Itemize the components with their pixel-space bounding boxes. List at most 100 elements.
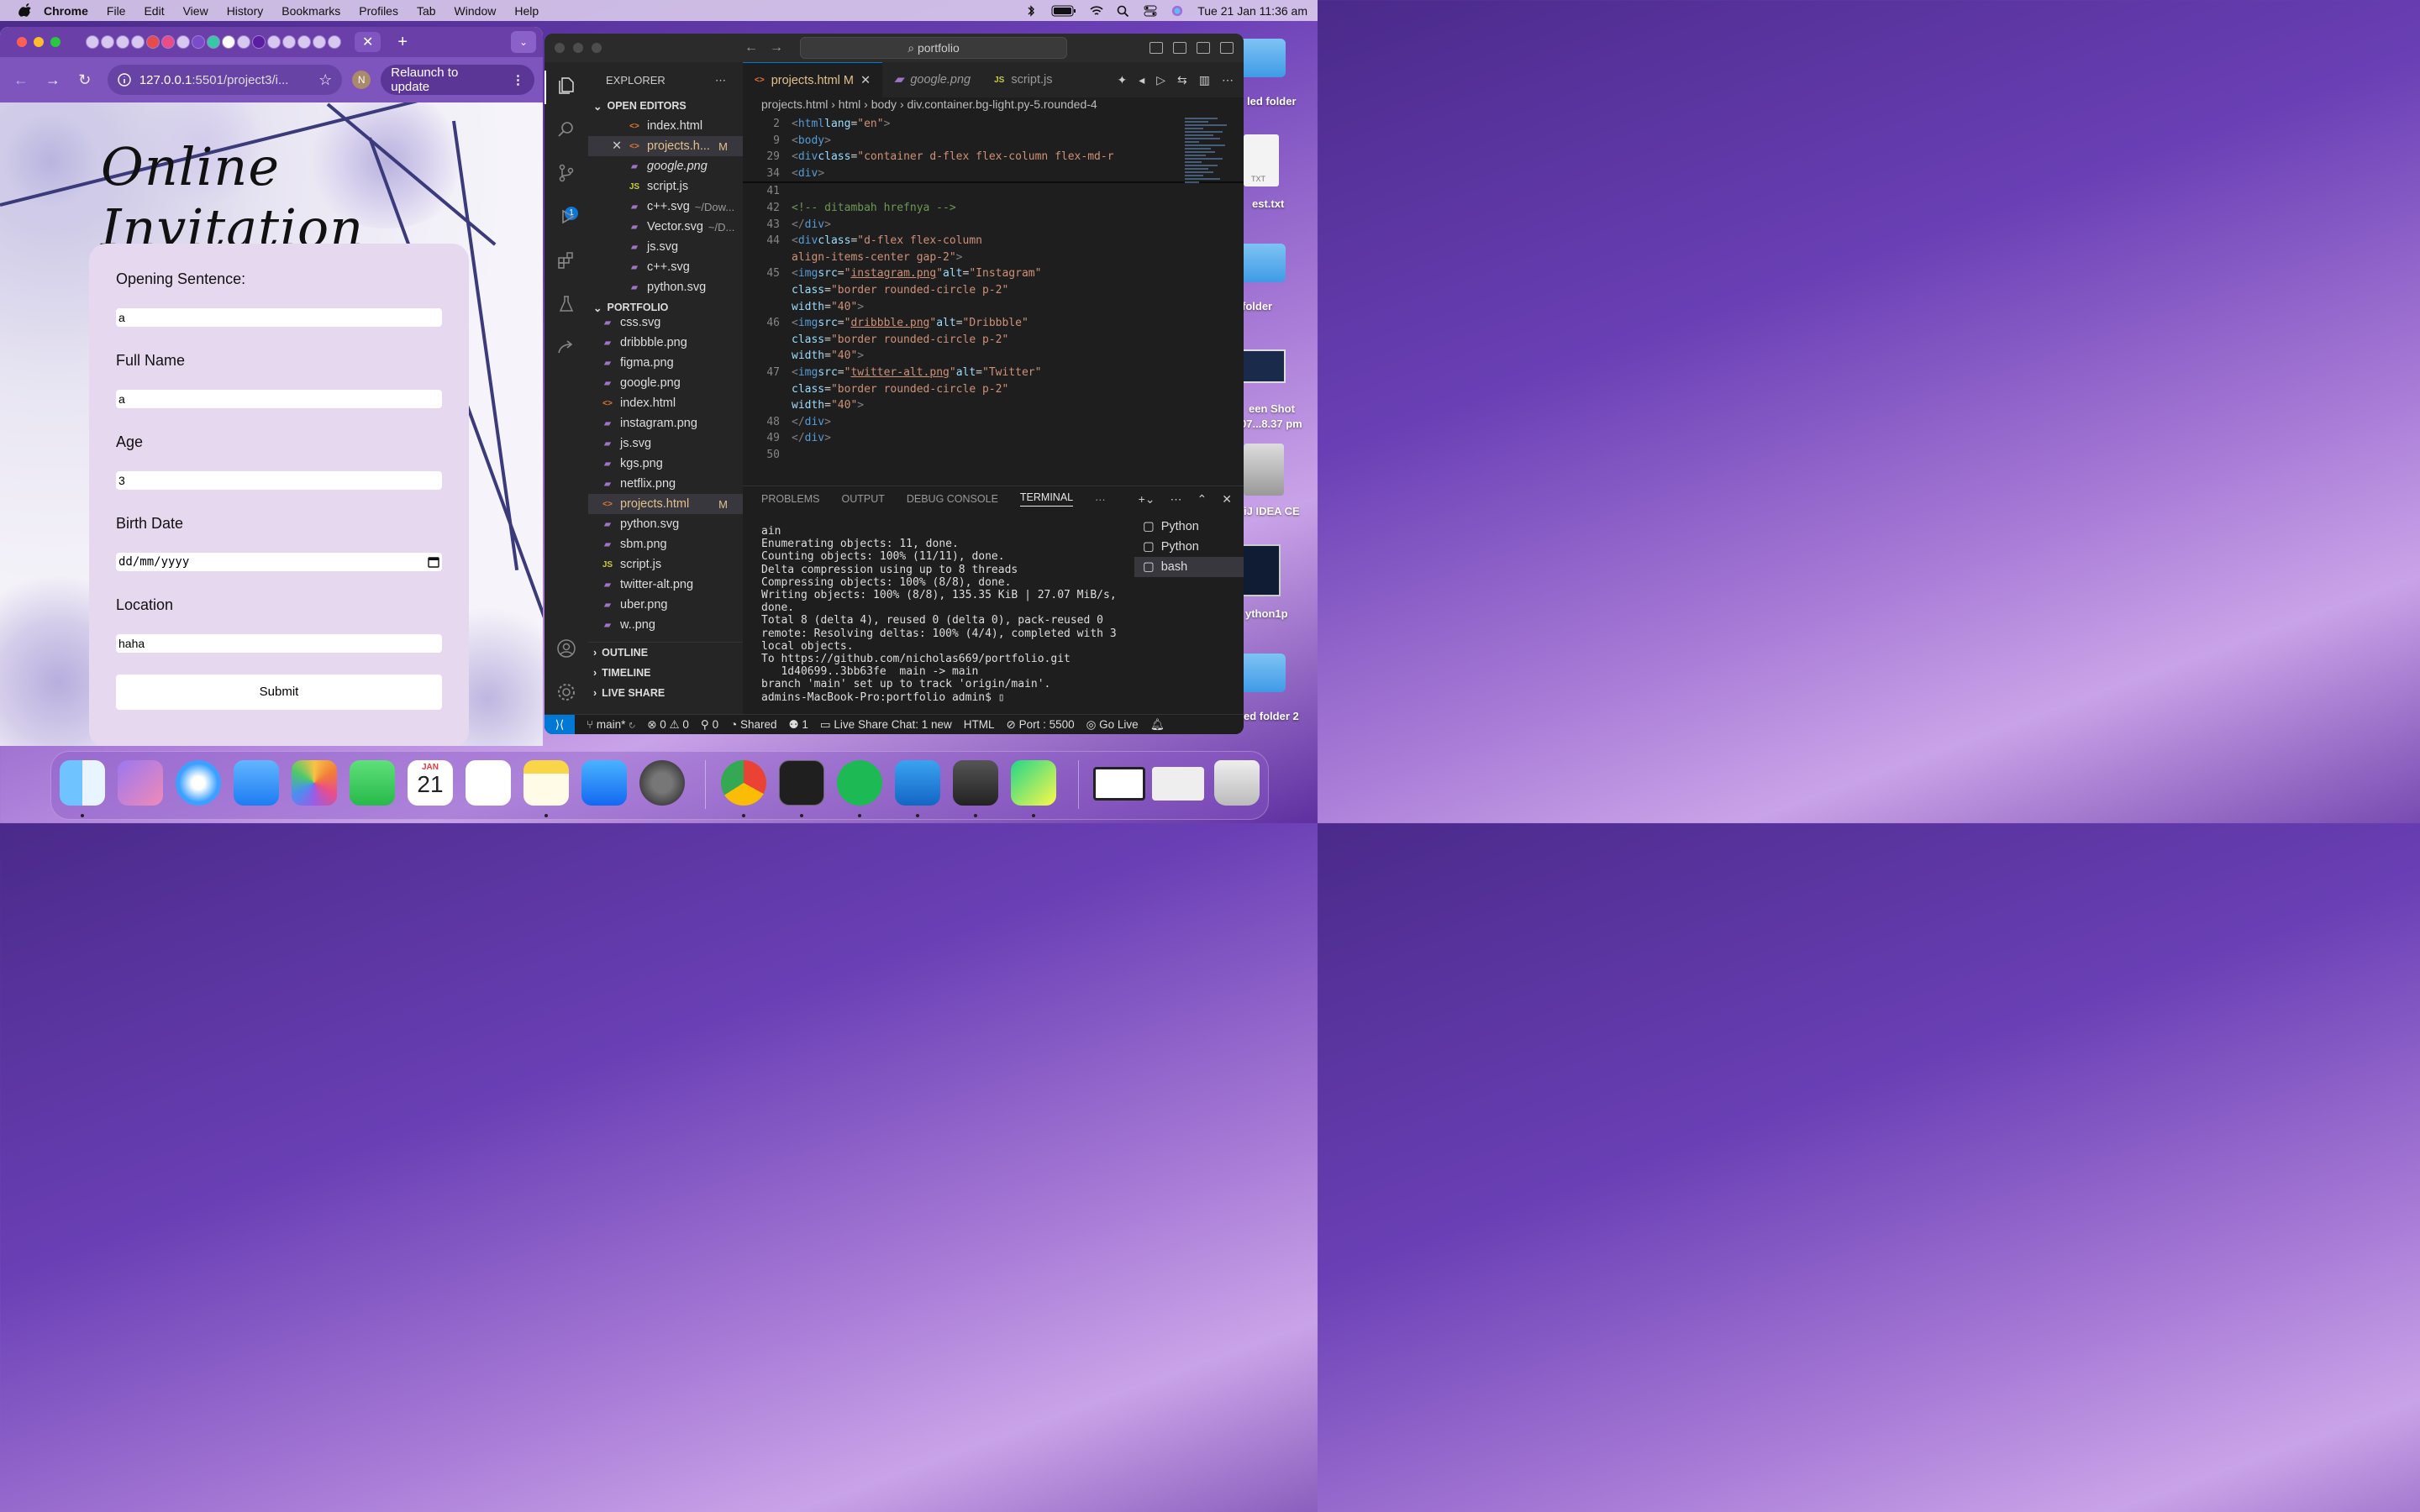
notifications-bell-icon[interactable]: 🔔︎ bbox=[1150, 718, 1165, 732]
tab-favicon-icon[interactable] bbox=[328, 35, 341, 49]
launchpad-icon[interactable] bbox=[118, 760, 163, 806]
chrome-icon[interactable] bbox=[721, 760, 766, 806]
problems-count[interactable]: ⊗ 0 ⚠ 0 bbox=[647, 718, 689, 732]
bookmark-star-icon[interactable]: ☆ bbox=[318, 71, 332, 89]
tab-output[interactable]: OUTPUT bbox=[841, 493, 884, 505]
tab-projects-html[interactable]: <> projects.html M ✕ bbox=[743, 62, 883, 97]
spotlight-search-icon[interactable] bbox=[1117, 5, 1130, 17]
tab-favicon-icon[interactable] bbox=[282, 35, 296, 49]
testing-flask-icon[interactable] bbox=[556, 294, 576, 314]
toggle-sidebar-icon[interactable] bbox=[1150, 42, 1163, 54]
run-icon[interactable]: ▷ bbox=[1156, 73, 1165, 87]
explorer-icon[interactable] bbox=[556, 76, 576, 96]
siri-icon[interactable] bbox=[1171, 5, 1184, 17]
calendar-icon[interactable]: JAN 21 bbox=[408, 760, 453, 806]
tab-favicon-icon[interactable] bbox=[116, 35, 129, 49]
file-tree-item[interactable]: ▰ figma.png bbox=[588, 353, 743, 373]
zoom-window-button[interactable] bbox=[50, 37, 60, 47]
calendar-icon[interactable] bbox=[428, 556, 439, 568]
new-terminal-icon[interactable]: +⌄ bbox=[1139, 492, 1155, 507]
profile-avatar[interactable]: N bbox=[352, 71, 371, 89]
desktop-label[interactable]: led folder bbox=[1247, 95, 1297, 108]
terminal-bash[interactable]: ▢ bash bbox=[1134, 557, 1244, 577]
close-panel-icon[interactable]: ✕ bbox=[1222, 492, 1232, 507]
terminal-python-2[interactable]: ▢ Python bbox=[1134, 537, 1244, 557]
spotify-icon[interactable] bbox=[837, 760, 882, 806]
port-status[interactable]: ⊘ Port : 5500 bbox=[1007, 718, 1075, 732]
remote-indicator-icon[interactable]: ⟩⟨ bbox=[544, 714, 575, 734]
notes-icon[interactable] bbox=[523, 760, 569, 806]
more-actions-icon[interactable]: ⋯ bbox=[1171, 492, 1182, 507]
file-tree-item[interactable]: ▰ twitter-alt.png bbox=[588, 575, 743, 595]
new-tab-button[interactable]: + bbox=[397, 33, 408, 52]
vscode-icon[interactable] bbox=[895, 760, 940, 806]
close-window-button[interactable] bbox=[17, 37, 27, 47]
open-editor-item[interactable]: ▰ Vector.svg ~/D... bbox=[588, 217, 743, 237]
menu-profiles[interactable]: Profiles bbox=[359, 4, 398, 18]
split-editor-icon[interactable]: ▥ bbox=[1199, 73, 1210, 87]
tab-favicon-icon[interactable] bbox=[176, 35, 190, 49]
app-icon[interactable] bbox=[1244, 444, 1284, 496]
apple-icon[interactable] bbox=[18, 3, 32, 18]
speaker-icon[interactable]: ◂ bbox=[1139, 73, 1144, 87]
submit-button[interactable]: Submit bbox=[116, 675, 442, 710]
terminal-python-1[interactable]: ▢ Python bbox=[1134, 517, 1244, 537]
tab-favicon-icon[interactable] bbox=[101, 35, 114, 49]
finder-icon[interactable] bbox=[60, 760, 105, 806]
pycharm-icon[interactable] bbox=[1011, 760, 1056, 806]
close-window-button[interactable] bbox=[555, 43, 565, 53]
file-tree-item[interactable]: ▰ instagram.png bbox=[588, 413, 743, 433]
accounts-icon[interactable] bbox=[556, 638, 576, 659]
tab-favicon-icon[interactable] bbox=[86, 35, 99, 49]
command-center-search[interactable]: ⌕ portfolio bbox=[800, 37, 1067, 59]
menu-edit[interactable]: Edit bbox=[144, 4, 164, 18]
settings-gear-icon[interactable] bbox=[556, 682, 576, 702]
more-tabs-icon[interactable]: ⋯ bbox=[1095, 493, 1106, 506]
compare-changes-icon[interactable]: ⇆ bbox=[1177, 73, 1187, 87]
desktop-folder-icon[interactable] bbox=[1237, 244, 1286, 282]
tab-favicon-icon[interactable] bbox=[131, 35, 145, 49]
open-editor-item[interactable]: ✕ <> projects.h... M bbox=[588, 136, 743, 156]
minimap[interactable] bbox=[1185, 116, 1232, 242]
tab-favicon-icon[interactable] bbox=[237, 35, 250, 49]
extensions-icon[interactable] bbox=[556, 250, 576, 270]
more-actions-icon[interactable]: ⋯ bbox=[1222, 73, 1234, 87]
menu-view[interactable]: View bbox=[183, 4, 208, 18]
window-thumbnail[interactable] bbox=[1093, 767, 1145, 801]
document-thumbnail[interactable] bbox=[1242, 544, 1281, 596]
menu-bookmarks[interactable]: Bookmarks bbox=[281, 4, 340, 18]
reload-icon[interactable]: ↻ bbox=[72, 71, 97, 89]
control-center-icon[interactable] bbox=[1144, 5, 1157, 17]
text-file-icon[interactable]: TXT bbox=[1244, 134, 1279, 186]
file-tree-item[interactable]: ▰ python.svg bbox=[588, 514, 743, 534]
file-tree-item[interactable]: ▰ css.svg bbox=[588, 312, 743, 333]
desktop-folder-icon[interactable] bbox=[1237, 654, 1286, 692]
desktop-folder-icon[interactable] bbox=[1237, 39, 1286, 77]
file-tree-item[interactable]: ▰ netflix.png bbox=[588, 474, 743, 494]
search-icon[interactable] bbox=[556, 119, 576, 139]
file-tree-item[interactable]: ▰ w..png bbox=[588, 615, 743, 635]
file-tree-item[interactable]: ▰ kgs.png bbox=[588, 454, 743, 474]
yahoo-tab-icon[interactable] bbox=[252, 35, 266, 49]
address-bar[interactable]: 127.0.0.1:5501/project3/i... ☆ bbox=[107, 65, 343, 95]
battery-icon[interactable] bbox=[1051, 5, 1076, 17]
outline-section[interactable]: › OUTLINE bbox=[588, 643, 743, 663]
age-input[interactable]: 3 bbox=[116, 471, 442, 490]
mail-icon[interactable] bbox=[234, 760, 279, 806]
tab-google-png[interactable]: ▰ google.png bbox=[882, 62, 982, 97]
url-text[interactable]: 127.0.0.1:5501/project3/i... bbox=[139, 73, 318, 87]
tab-script-js[interactable]: JS script.js bbox=[982, 62, 1064, 97]
desktop-label[interactable]: iJ IDEA CE bbox=[1244, 505, 1300, 517]
menu-history[interactable]: History bbox=[227, 4, 264, 18]
app-store-icon[interactable] bbox=[581, 760, 627, 806]
customize-layout-icon[interactable] bbox=[1220, 42, 1234, 54]
full-name-input[interactable]: a bbox=[116, 390, 442, 408]
screenshot-thumbnail[interactable] bbox=[1237, 349, 1286, 383]
timeline-section[interactable]: › TIMELINE bbox=[588, 663, 743, 683]
file-tree-item[interactable]: ▰ dribbble.png bbox=[588, 333, 743, 353]
desktop-label[interactable]: folder bbox=[1242, 300, 1272, 312]
relaunch-to-update-button[interactable]: Relaunch to update ⋮ bbox=[381, 65, 535, 95]
menu-tab[interactable]: Tab bbox=[417, 4, 436, 18]
maximize-panel-icon[interactable]: ⌃ bbox=[1197, 492, 1207, 507]
toggle-panel-icon[interactable] bbox=[1173, 42, 1186, 54]
